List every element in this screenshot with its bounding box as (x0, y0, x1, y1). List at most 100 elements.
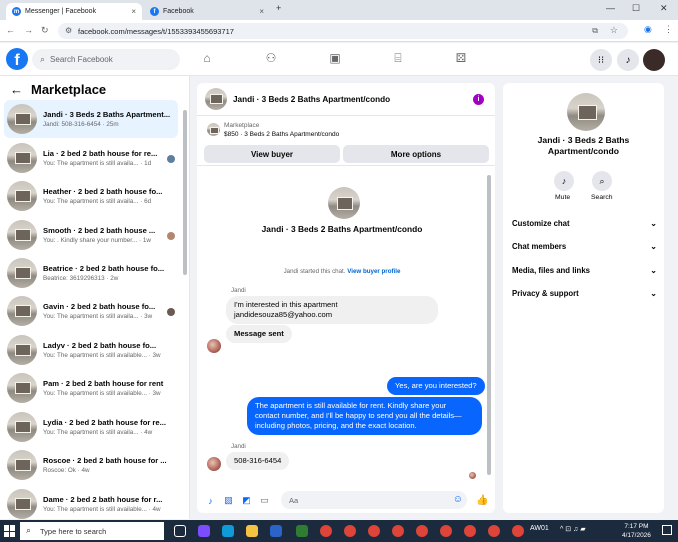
file-explorer-icon[interactable] (246, 525, 258, 537)
incoming-message[interactable]: 508-316-6454 (226, 452, 290, 470)
chevron-down-icon: ⌄ (650, 242, 657, 251)
site-info-icon[interactable]: ⚙ (65, 26, 72, 35)
listing-thumbnail (7, 296, 37, 326)
chevron-down-icon: ⌄ (650, 219, 657, 228)
incoming-message[interactable]: I'm interested in this apartment jandide… (226, 296, 438, 324)
chat-thumbnail[interactable] (205, 88, 227, 110)
scrollbar-thumb[interactable] (487, 175, 491, 475)
chrome-icon[interactable] (320, 525, 332, 537)
chrome-icon[interactable] (416, 525, 428, 537)
minimize-button[interactable]: — (606, 3, 615, 13)
menu-grid-icon[interactable]: ⁝⁝ (590, 49, 612, 71)
media-files-links-item[interactable]: Media, files and links ⌄ (512, 266, 657, 275)
profile-icon[interactable]: ◉ (644, 24, 652, 35)
close-tab-icon[interactable]: × (131, 7, 136, 16)
chat-title[interactable]: Jandi · 3 Beds 2 Baths Apartment/condo (233, 95, 390, 104)
listing-price[interactable]: $850 · 3 Beds 2 Baths Apartment/condo (224, 131, 339, 138)
home-icon[interactable]: ⌂ (198, 51, 216, 69)
chrome-icon[interactable] (392, 525, 404, 537)
video-icon[interactable]: ▣ (326, 51, 344, 69)
install-app-icon[interactable]: ⧉ (592, 26, 598, 36)
edge-icon[interactable] (222, 525, 234, 537)
conversation-item[interactable]: Roscoe · 2 bed 2 bath house for ... Rosco… (4, 446, 178, 484)
incoming-message[interactable]: Message sent (226, 325, 292, 343)
marketplace-icon[interactable]: ⌸ (389, 51, 407, 69)
friends-icon[interactable]: ⚇ (262, 51, 280, 69)
privacy-support-item[interactable]: Privacy & support ⌄ (512, 289, 657, 298)
conversation-item[interactable]: Dame · 2 bed 2 bath house for r... You: T… (4, 485, 178, 519)
facebook-search-input[interactable]: ⌕ Search Facebook (32, 49, 180, 70)
url-text: facebook.com/messages/t/1553393455693717 (78, 26, 234, 36)
outgoing-message[interactable]: Yes, are you interested? (387, 377, 485, 395)
close-tab-icon[interactable]: × (259, 7, 264, 16)
chat-members-item[interactable]: Chat members ⌄ (512, 242, 657, 251)
taskbar-search-input[interactable]: ⌕ Type here to search (20, 522, 164, 540)
system-tray-icons[interactable]: ^ ⊡ ♫ ▰ (560, 525, 586, 533)
back-arrow-icon[interactable]: ← (10, 82, 23, 97)
conversation-item[interactable]: Jandi · 3 Beds 2 Baths Apartment... Jandi… (4, 100, 178, 138)
reload-icon[interactable]: ↻ (41, 25, 49, 36)
chrome-icon[interactable] (464, 525, 476, 537)
chrome-icon[interactable] (512, 525, 524, 537)
forward-arrow-icon[interactable]: → (24, 25, 33, 35)
conversation-item[interactable]: Ladyv · 2 bed 2 bath house fo... You: The… (4, 331, 178, 369)
gif-icon[interactable]: ▭ (259, 495, 270, 506)
conversation-item[interactable]: Beatrice · 2 bed 2 bath house fo... Beatr… (4, 254, 178, 292)
chrome-icon[interactable] (344, 525, 356, 537)
task-view-icon[interactable] (174, 525, 186, 537)
close-window-button[interactable]: ✕ (660, 3, 668, 14)
menu-label: Customize chat (512, 219, 570, 228)
notifications-icon[interactable] (662, 525, 672, 535)
app-icon[interactable] (296, 525, 308, 537)
tab-facebook[interactable]: f Facebook × (144, 3, 270, 20)
tab-messenger[interactable]: m Messenger | Facebook × (6, 3, 142, 20)
conversation-item[interactable]: Pam · 2 bed 2 bath house for rent You: Th… (4, 369, 178, 407)
thumbs-up-icon[interactable]: 👍 (476, 495, 488, 506)
facebook-logo-icon[interactable]: f (6, 48, 28, 70)
conversation-item[interactable]: Lia · 2 bed 2 bath house for re... You: T… (4, 139, 178, 177)
mute-bell-icon[interactable]: ♪ (554, 171, 574, 191)
details-title: Jandi · 3 Beds 2 Baths Apartment/condo (503, 135, 664, 157)
notifications-bell-icon[interactable]: ♪ (617, 49, 639, 71)
browser-menu-icon[interactable]: ⋮ (664, 24, 673, 35)
conversation-item[interactable]: Lydia · 2 bed 2 bath house for re... You:… (4, 408, 178, 446)
new-tab-button[interactable]: + (276, 3, 281, 13)
chevron-down-icon: ⌄ (650, 289, 657, 298)
outgoing-message[interactable]: The apartment is still available for ren… (247, 397, 482, 435)
account-avatar[interactable] (643, 49, 665, 71)
system-tray-label[interactable]: AW01 (530, 525, 549, 532)
scrollbar-thumb[interactable] (183, 110, 187, 275)
view-buyer-button[interactable]: View buyer (204, 145, 340, 163)
details-title-line: Jandi · 3 Beds 2 Baths (537, 135, 630, 145)
conversation-item[interactable]: Gavin · 2 bed 2 bath house fo... You: The… (4, 292, 178, 330)
sticker-icon[interactable]: ◩ (241, 495, 252, 506)
info-icon[interactable]: i (473, 94, 484, 105)
chrome-icon[interactable] (488, 525, 500, 537)
chrome-icon[interactable] (368, 525, 380, 537)
emoji-icon[interactable]: ☺ (453, 494, 463, 505)
view-buyer-profile-link[interactable]: View buyer profile (347, 268, 400, 275)
chat-details-panel: Jandi · 3 Beds 2 Baths Apartment/condo ♪… (503, 83, 664, 513)
search-icon[interactable]: ⌕ (592, 171, 612, 191)
microphone-icon[interactable]: ♪ (205, 495, 216, 506)
chrome-icon[interactable] (440, 525, 452, 537)
image-attach-icon[interactable]: ▧ (223, 495, 234, 506)
conversation-item[interactable]: Heather · 2 bed 2 bath house fo... You: T… (4, 177, 178, 215)
details-title-line: Apartment/condo (547, 146, 620, 156)
bookmark-star-icon[interactable]: ☆ (610, 25, 618, 36)
menu-label: Chat members (512, 242, 567, 251)
more-options-button[interactable]: More options (343, 145, 489, 163)
store-icon[interactable] (270, 525, 282, 537)
conversation-preview: You: The apartment is still available...… (43, 352, 161, 359)
customize-chat-item[interactable]: Customize chat ⌄ (512, 219, 657, 228)
back-arrow-icon[interactable]: ← (6, 25, 15, 35)
taskbar-clock[interactable]: 7:17 PM 4/17/2026 (622, 522, 651, 540)
gaming-icon[interactable]: ⚄ (452, 51, 470, 69)
conversation-item[interactable]: Smooth · 2 bed 2 bath house ... You: . Ki… (4, 216, 178, 254)
windows-start-icon[interactable] (4, 525, 16, 537)
url-field[interactable]: ⚙ facebook.com/messages/t/15533934556937… (58, 23, 628, 39)
composer-placeholder: Aa (289, 495, 299, 505)
message-input[interactable]: Aa ☺ (281, 491, 467, 509)
maximize-button[interactable]: ☐ (632, 3, 640, 14)
copilot-icon[interactable] (198, 525, 210, 537)
